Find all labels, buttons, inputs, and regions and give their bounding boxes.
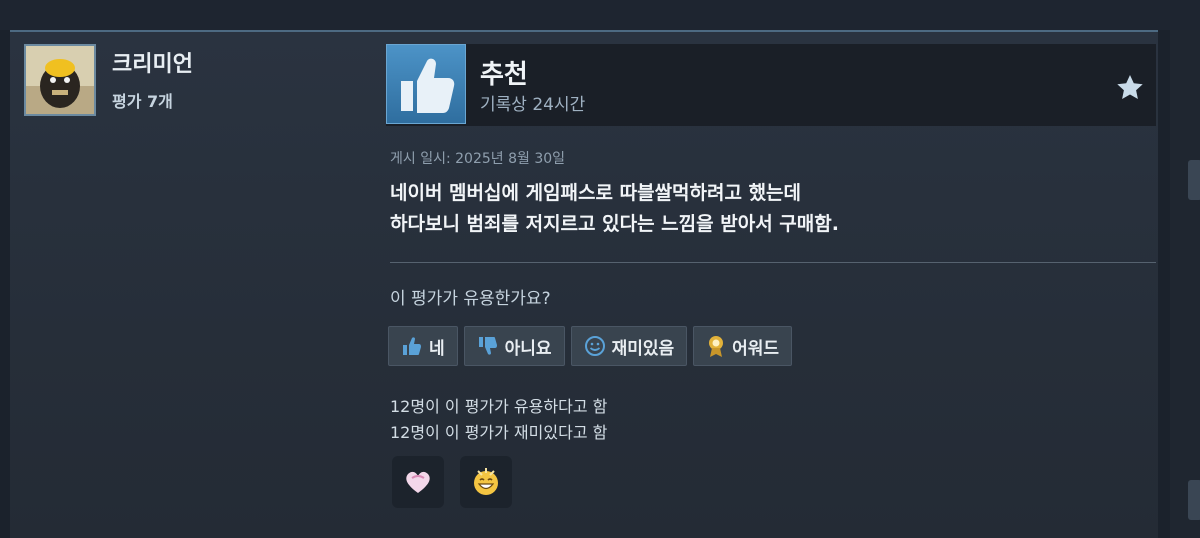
review-line: 하다보니 범죄를 저지르고 있다는 느낌을 받아서 구매함. [390,213,839,235]
received-awards [392,456,512,508]
funny-count: 12명이 이 평가가 재미있다고 함 [390,423,608,442]
no-label: 아니요 [504,338,552,359]
review-line: 네이버 멤버십에 게임패스로 따블쌀먹하려고 했는데 [390,182,802,204]
avatar-image [26,46,94,114]
laughing-award[interactable] [460,456,512,508]
funny-label: 재미있음 [611,338,675,359]
heart-award[interactable] [392,456,444,508]
thumbs-up-icon [403,337,421,355]
review-body: 네이버 멤버십에 게임패스로 따블쌀먹하려고 했는데 하다보니 범죄를 저지르고… [390,178,1130,240]
helpful-question: 이 평가가 유용한가요? [390,289,551,309]
author-review-count[interactable]: 평가 7개 [112,88,173,112]
playtime: 기록상 24시간 [480,95,586,115]
funny-button[interactable]: 재미있음 [570,326,688,366]
award-button[interactable]: 어워드 [693,326,793,366]
avatar[interactable] [24,44,96,116]
next-review-thumb [1188,160,1200,200]
next-review-edge [1170,30,1200,538]
thumbs-down-icon [478,337,497,355]
award-label: 어워드 [732,338,780,359]
laughing-award-icon [474,468,498,495]
award-ribbon-icon [709,336,724,357]
divider [390,262,1156,263]
yes-label: 네 [429,338,445,359]
review-verdict: 추천 [480,60,528,90]
helpful-stats: 12명이 이 평가가 유용하다고 함 12명이 이 평가가 재미있다고 함 [390,394,607,446]
yes-button[interactable]: 네 [388,326,458,366]
review-header: 추천 기록상 24시간 [386,44,1156,126]
star-icon[interactable] [1114,72,1146,104]
heart-award-icon [406,471,430,493]
rating-buttons: 네 아니요 재미있음 어워드 [388,326,793,366]
next-review-thumb [1188,480,1200,520]
posted-date: 게시 일시: 2025년 8월 30일 [390,151,566,167]
page-top-band [0,0,1200,30]
helpful-count: 12명이 이 평가가 유용하다고 함 [390,397,608,416]
smiley-icon [584,336,605,356]
no-button[interactable]: 아니요 [463,326,565,366]
thumbs-up-icon [386,44,466,124]
author-name[interactable]: 크리미언 [112,46,193,78]
